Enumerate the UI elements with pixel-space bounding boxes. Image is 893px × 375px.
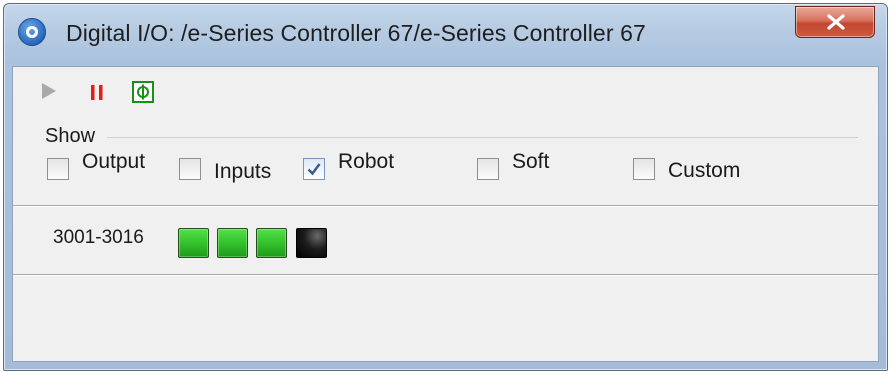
checkbox-box[interactable] — [303, 158, 325, 180]
checkbox-label: Soft — [512, 150, 550, 173]
close-button[interactable] — [795, 6, 875, 38]
show-group-label: Show — [45, 125, 96, 147]
checkbox-box[interactable] — [179, 158, 201, 180]
io-signal-led[interactable] — [178, 228, 209, 258]
checkbox-label: Robot — [338, 150, 395, 173]
app-logo-icon — [18, 18, 46, 46]
checkbox-label: Output — [82, 150, 146, 173]
checkbox-box[interactable] — [47, 158, 69, 180]
io-signal-led[interactable] — [217, 228, 248, 258]
robot-checkbox[interactable]: Robot — [303, 151, 394, 180]
io-signal-panel: 3001-3016 — [13, 205, 878, 275]
refresh-button[interactable] — [131, 80, 155, 109]
io-range-label: 3001-3016 — [53, 227, 144, 248]
play-icon — [42, 83, 56, 99]
play-button[interactable] — [40, 82, 58, 105]
pause-button[interactable] — [88, 82, 106, 107]
output-checkbox[interactable]: Output — [47, 151, 145, 180]
refresh-icon — [132, 81, 154, 103]
inputs-checkbox[interactable]: Inputs — [179, 151, 271, 183]
client-area: Show Output Inputs Robot Soft Custom 300… — [12, 66, 879, 362]
close-icon — [827, 14, 845, 30]
pause-icon — [91, 85, 103, 100]
title-bar[interactable]: Digital I/O: /e-Series Controller 67/e-S… — [4, 4, 887, 66]
checkbox-box[interactable] — [633, 158, 655, 180]
io-signal-led[interactable] — [256, 228, 287, 258]
group-divider — [107, 137, 858, 138]
checkbox-label: Custom — [668, 159, 741, 182]
checkbox-box[interactable] — [477, 158, 499, 180]
io-signal-led[interactable] — [296, 228, 327, 258]
soft-checkbox[interactable]: Soft — [477, 151, 549, 180]
window-title: Digital I/O: /e-Series Controller 67/e-S… — [66, 20, 646, 46]
checkbox-label: Inputs — [214, 160, 272, 183]
digital-io-window: Digital I/O: /e-Series Controller 67/e-S… — [3, 3, 888, 371]
checkmark-icon — [307, 163, 321, 176]
custom-checkbox[interactable]: Custom — [633, 151, 740, 182]
